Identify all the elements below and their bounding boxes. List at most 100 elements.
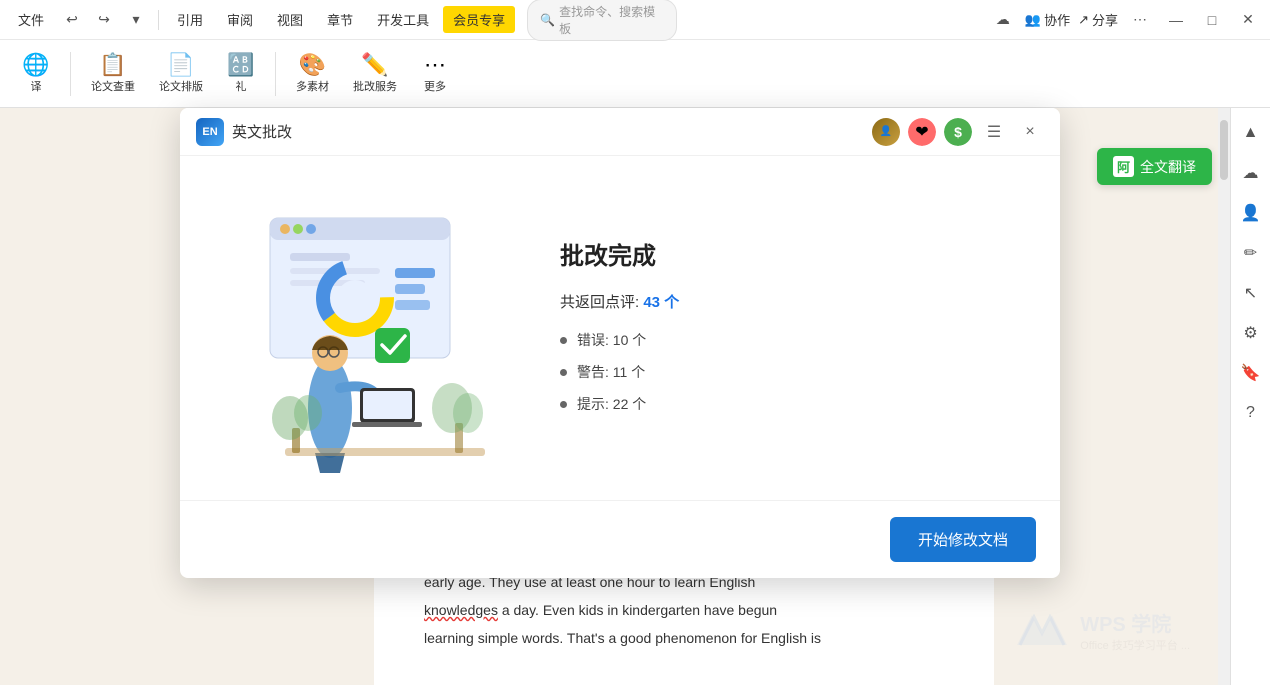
media-label: 多素材 bbox=[296, 78, 329, 94]
toolbar-right: ☁ 👥 协作 ↗ 分享 ⋯ — □ ✕ bbox=[989, 6, 1262, 34]
share-btn[interactable]: ↗ 分享 bbox=[1078, 10, 1118, 29]
result-item-hint: 提示: 22 个 bbox=[560, 394, 1020, 414]
dialog-menu-icon[interactable]: ☰ bbox=[980, 118, 1008, 146]
dialog-logo: EN bbox=[196, 118, 224, 146]
wps-logo-icon bbox=[1012, 605, 1072, 655]
cloud-icon[interactable]: ☁ bbox=[989, 6, 1017, 34]
hint-label: 提示: 22 个 bbox=[577, 394, 646, 414]
translate-label: 译 bbox=[31, 78, 42, 94]
sidebar-help-icon[interactable]: ? bbox=[1234, 396, 1268, 430]
watermark-brand: WPS 学院 bbox=[1080, 608, 1190, 637]
sidebar-up-icon[interactable]: ▲ bbox=[1234, 116, 1268, 150]
result-summary: 共返回点评: 43 个 bbox=[560, 291, 1020, 312]
translate-icon: 🌐 bbox=[22, 54, 49, 76]
summary-count: 43 个 bbox=[643, 294, 679, 311]
sidebar-settings-icon[interactable]: ⚙ bbox=[1234, 316, 1268, 350]
paper-check-icon: 📋 bbox=[99, 54, 126, 76]
menu-yinyong[interactable]: 引用 bbox=[167, 6, 213, 33]
cooperate-btn[interactable]: 👥 协作 bbox=[1025, 10, 1070, 29]
doc-line3: learning simple words. That's a good phe… bbox=[424, 630, 821, 646]
menu-huiyuan[interactable]: 会员专享 bbox=[443, 6, 515, 33]
search-placeholder: 查找命令、搜索模板 bbox=[559, 3, 664, 37]
hint-dot bbox=[560, 401, 567, 408]
extra-tool[interactable]: 🔠 礼 bbox=[217, 50, 265, 98]
sidebar-person-icon[interactable]: 👤 bbox=[1234, 196, 1268, 230]
avatar-user1[interactable]: 👤 bbox=[872, 118, 900, 146]
dialog-title: 英文批改 bbox=[232, 121, 292, 142]
more-tool-icon: ⋯ bbox=[424, 54, 446, 76]
dialog-info: 批改完成 共返回点评: 43 个 错误: 10 个 警告: 11 个 提示: 2… bbox=[520, 156, 1060, 500]
watermark-sub: Office 技巧学习平台 ... bbox=[1080, 637, 1190, 653]
warning-dot bbox=[560, 369, 567, 376]
menu-shenyue[interactable]: 审阅 bbox=[217, 6, 263, 33]
start-edit-button[interactable]: 开始修改文档 bbox=[890, 517, 1036, 562]
dialog-illustration bbox=[180, 156, 520, 500]
translation-icon: 阿 bbox=[1113, 156, 1134, 177]
more-icon[interactable]: ▾ bbox=[122, 6, 150, 34]
toolbar-bottom: 🌐 译 📋 论文查重 📄 论文排版 🔠 礼 🎨 多素材 ✏️ 批改服务 ⋯ 更多 bbox=[0, 40, 1270, 107]
scroll-thumb bbox=[1220, 120, 1228, 180]
menu-file[interactable]: 文件 bbox=[8, 6, 54, 33]
close-icon[interactable]: ✕ bbox=[1234, 6, 1262, 34]
paper-check-label: 论文查重 bbox=[91, 78, 135, 94]
translate-tool[interactable]: 🌐 译 bbox=[12, 50, 60, 98]
paper-check-tool[interactable]: 📋 论文查重 bbox=[81, 50, 145, 98]
menu-shitu[interactable]: 视图 bbox=[267, 6, 313, 33]
sidebar-stamp-icon[interactable]: 🔖 bbox=[1234, 356, 1268, 390]
undo-icon[interactable]: ↩ bbox=[58, 6, 86, 34]
paper-layout-icon: 📄 bbox=[167, 54, 194, 76]
tool-sep1 bbox=[70, 52, 71, 96]
search-box[interactable]: 🔍 查找命令、搜索模板 bbox=[527, 0, 677, 41]
maximize-icon[interactable]: □ bbox=[1198, 6, 1226, 34]
sep1 bbox=[158, 10, 159, 30]
avatar-dollar[interactable]: $ bbox=[944, 118, 972, 146]
result-item-error: 错误: 10 个 bbox=[560, 330, 1020, 350]
share-label: 分享 bbox=[1092, 10, 1118, 29]
translation-button[interactable]: 阿 全文翻译 bbox=[1097, 148, 1212, 185]
extra-label: 礼 bbox=[236, 78, 247, 94]
more-tool-label: 更多 bbox=[424, 78, 446, 94]
menu-zhangjie[interactable]: 章节 bbox=[317, 6, 363, 33]
redo-icon[interactable]: ↪ bbox=[90, 6, 118, 34]
sidebar-edit-icon[interactable]: ✏ bbox=[1234, 236, 1268, 270]
sidebar-cloud-icon[interactable]: ☁ bbox=[1234, 156, 1268, 190]
correction-tool[interactable]: ✏️ 批改服务 bbox=[343, 50, 407, 98]
error-label: 错误: 10 个 bbox=[577, 330, 646, 350]
paper-layout-tool[interactable]: 📄 论文排版 bbox=[149, 50, 213, 98]
avatar-heart[interactable]: ❤ bbox=[908, 118, 936, 146]
avatar-dollar-img: $ bbox=[944, 118, 972, 146]
translation-label: 全文翻译 bbox=[1140, 157, 1196, 177]
error-dot bbox=[560, 337, 567, 344]
cooperate-icon: 👥 bbox=[1025, 12, 1041, 28]
doc-knowledges: knowledges bbox=[424, 602, 498, 618]
cooperate-label: 协作 bbox=[1044, 10, 1070, 29]
dialog-footer: 开始修改文档 bbox=[180, 500, 1060, 578]
dialog-body: 批改完成 共返回点评: 43 个 错误: 10 个 警告: 11 个 提示: 2… bbox=[180, 156, 1060, 500]
toolbar-top: 文件 ↩ ↪ ▾ 引用 审阅 视图 章节 开发工具 会员专享 🔍 查找命令、搜索… bbox=[0, 0, 1270, 40]
result-title: 批改完成 bbox=[560, 236, 1020, 271]
more-options-icon[interactable]: ⋯ bbox=[1126, 6, 1154, 34]
menu-kaifagongju[interactable]: 开发工具 bbox=[367, 6, 439, 33]
tool-sep2 bbox=[275, 52, 276, 96]
more-tool[interactable]: ⋯ 更多 bbox=[411, 50, 459, 98]
toolbar: 文件 ↩ ↪ ▾ 引用 审阅 视图 章节 开发工具 会员专享 🔍 查找命令、搜索… bbox=[0, 0, 1270, 108]
watermark: WPS 学院 Office 技巧学习平台 ... bbox=[1012, 605, 1190, 655]
avatar-user1-img: 👤 bbox=[872, 118, 900, 146]
sidebar-cursor-icon[interactable]: ↖ bbox=[1234, 276, 1268, 310]
summary-prefix: 共返回点评: bbox=[560, 294, 643, 311]
doc-line2: a day. Even kids in kindergarten have be… bbox=[498, 602, 777, 618]
right-sidebar: ▲ ☁ 👤 ✏ ↖ ⚙ 🔖 ? bbox=[1230, 108, 1270, 685]
extra-icon: 🔠 bbox=[227, 54, 254, 76]
media-tool[interactable]: 🎨 多素材 bbox=[286, 50, 339, 98]
dialog-overlay: EN 英文批改 👤 ❤ $ ☰ × bbox=[180, 108, 1060, 578]
warning-label: 警告: 11 个 bbox=[577, 362, 645, 382]
paper-layout-label: 论文排版 bbox=[159, 78, 203, 94]
avatar-heart-img: ❤ bbox=[908, 118, 936, 146]
illustration-svg bbox=[200, 178, 500, 478]
minimize-icon[interactable]: — bbox=[1162, 6, 1190, 34]
dialog-close-icon[interactable]: × bbox=[1016, 118, 1044, 146]
doc-text: early age. They use at least one hour to… bbox=[424, 568, 944, 652]
search-icon: 🔍 bbox=[540, 13, 555, 27]
correction-label: 批改服务 bbox=[353, 78, 397, 94]
scroll-indicator[interactable] bbox=[1218, 108, 1230, 685]
